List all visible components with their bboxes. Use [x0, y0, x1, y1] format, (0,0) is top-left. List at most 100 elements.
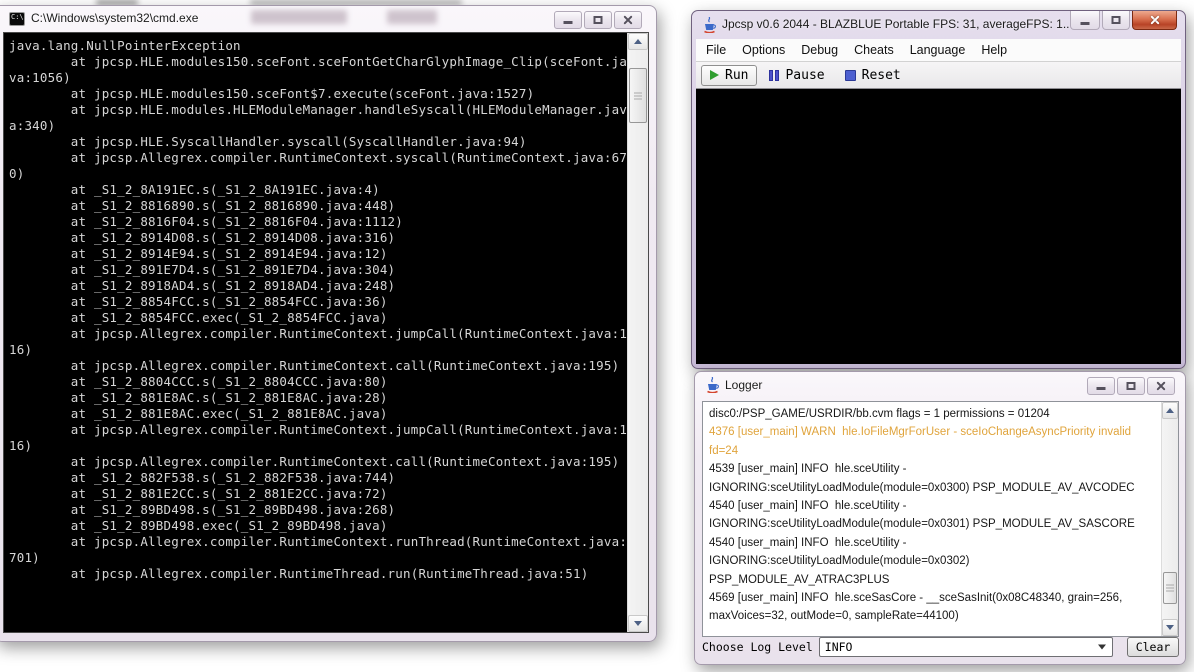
minimize-button[interactable]	[1070, 11, 1100, 30]
arrow-up-icon	[1166, 408, 1174, 413]
console-line: at _S1_2_8804CCC.s(_S1_2_8804CCC.java:80…	[9, 374, 627, 390]
pause-label: Pause	[785, 68, 824, 83]
log-line-warn: 4376 [user_main] WARN hle.IoFileMgrForUs…	[709, 423, 1161, 441]
pause-button[interactable]: Pause	[761, 65, 832, 86]
minimize-button[interactable]	[1087, 377, 1115, 395]
console-line: 16)	[9, 342, 627, 358]
console-line: at jpcsp.HLE.SyscallHandler.syscall(Sysc…	[9, 134, 627, 150]
emulator-screen[interactable]	[696, 89, 1181, 364]
reset-button[interactable]: Reset	[837, 65, 909, 86]
console-line: at jpcsp.HLE.modules150.sceFont$7.execut…	[9, 86, 627, 102]
console-line: at jpcsp.Allegrex.compiler.RuntimeContex…	[9, 358, 627, 374]
jpcsp-menubar: File Options Debug Cheats Language Help	[696, 39, 1181, 62]
log-line: IGNORING:sceUtilityLoadModule(module=0x0…	[709, 552, 1161, 570]
menu-language[interactable]: Language	[902, 39, 974, 61]
console-line: 16)	[9, 438, 627, 454]
console-line: at _S1_2_8816890.s(_S1_2_8816890.java:44…	[9, 198, 627, 214]
console-line: at jpcsp.Allegrex.compiler.RuntimeContex…	[9, 534, 627, 550]
console-line: at jpcsp.HLE.modules150.sceFont.sceFontG…	[9, 54, 627, 70]
cmd-console[interactable]: java.lang.NullPointerException at jpcsp.…	[3, 32, 649, 633]
log-line: 4539 [user_main] INFO hle.sceUtility -	[709, 460, 1161, 478]
menu-cheats[interactable]: Cheats	[846, 39, 902, 61]
close-button[interactable]	[614, 11, 642, 29]
console-line: at _S1_2_8918AD4.s(_S1_2_8918AD4.java:24…	[9, 278, 627, 294]
console-output: java.lang.NullPointerException at jpcsp.…	[4, 33, 627, 632]
jpcsp-titlebar[interactable]: Jpcsp v0.6 2044 - BLAZBLUE Portable FPS:…	[692, 11, 1185, 39]
console-line: at jpcsp.Allegrex.compiler.RuntimeContex…	[9, 150, 627, 166]
jpcsp-window-title: Jpcsp v0.6 2044 - BLAZBLUE Portable FPS:…	[722, 11, 1073, 38]
console-line: at _S1_2_8A191EC.s(_S1_2_8A191EC.java:4)	[9, 182, 627, 198]
console-line: at _S1_2_881E8AC.s(_S1_2_881E8AC.java:28…	[9, 390, 627, 406]
reset-icon	[845, 70, 856, 81]
scroll-up-button[interactable]	[628, 33, 648, 50]
logger-footer: Choose Log Level INFO Clear	[699, 634, 1181, 660]
console-line: at _S1_2_881E8AC.exec(_S1_2_881E8AC.java…	[9, 406, 627, 422]
cmd-window: C:\ C:\Windows\system32\cmd.exe java.lan…	[0, 5, 657, 642]
console-line: at _S1_2_8854FCC.exec(_S1_2_8854FCC.java…	[9, 310, 627, 326]
menu-debug[interactable]: Debug	[793, 39, 846, 61]
console-line: at _S1_2_8854FCC.s(_S1_2_8854FCC.java:36…	[9, 294, 627, 310]
console-line: at _S1_2_891E7D4.s(_S1_2_891E7D4.java:30…	[9, 262, 627, 278]
console-line: a:340)	[9, 118, 627, 134]
maximize-button[interactable]	[584, 11, 612, 29]
play-icon	[710, 70, 719, 80]
console-line: va:1056)	[9, 70, 627, 86]
console-line: at _S1_2_89BD498.exec(_S1_2_89BD498.java…	[9, 518, 627, 534]
log-output-panel[interactable]: disc0:/PSP_GAME/USRDIR/bb.cvm flags = 1 …	[702, 401, 1179, 637]
logger-scrollbar[interactable]	[1161, 402, 1178, 636]
cmd-titlebar[interactable]: C:\ C:\Windows\system32\cmd.exe	[0, 6, 656, 32]
log-line-warn: fd=24	[709, 442, 1161, 460]
console-line: at _S1_2_8816F04.s(_S1_2_8816F04.java:11…	[9, 214, 627, 230]
log-line: disc0:/PSP_GAME/USRDIR/bb.cvm flags = 1 …	[709, 405, 1161, 423]
log-level-label: Choose Log Level	[702, 640, 813, 654]
clear-button[interactable]: Clear	[1127, 637, 1179, 657]
console-line: 701)	[9, 550, 627, 566]
close-button[interactable]	[1132, 11, 1177, 30]
console-line: at _S1_2_881E2CC.s(_S1_2_881E2CC.java:72…	[9, 486, 627, 502]
console-line: at jpcsp.HLE.modules.HLEModuleManager.ha…	[9, 102, 627, 118]
arrow-down-icon	[634, 621, 642, 626]
log-line: IGNORING:sceUtilityLoadModule(module=0x0…	[709, 479, 1161, 497]
scroll-thumb[interactable]	[629, 68, 647, 123]
log-line: maxVoices=32, outMode=0, sampleRate=4410…	[709, 607, 1161, 625]
menu-file[interactable]: File	[698, 39, 734, 61]
console-line: at _S1_2_882F538.s(_S1_2_882F538.java:74…	[9, 470, 627, 486]
minimize-button[interactable]	[554, 11, 582, 29]
arrow-up-icon	[634, 39, 642, 44]
close-button[interactable]	[1147, 377, 1175, 395]
console-line: at jpcsp.Allegrex.compiler.RuntimeContex…	[9, 326, 627, 342]
menu-help[interactable]: Help	[973, 39, 1015, 61]
glass-reflection	[387, 10, 437, 24]
cmd-scrollbar[interactable]	[627, 33, 648, 632]
java-cup-icon	[702, 17, 717, 33]
log-level-select[interactable]: INFO	[819, 637, 1113, 657]
console-line: at _S1_2_89BD498.s(_S1_2_89BD498.java:26…	[9, 502, 627, 518]
maximize-button[interactable]	[1117, 377, 1145, 395]
log-level-value: INFO	[820, 640, 853, 654]
console-line: at jpcsp.Allegrex.compiler.RuntimeThread…	[9, 566, 627, 582]
console-line: at jpcsp.Allegrex.compiler.RuntimeContex…	[9, 422, 627, 438]
run-label: Run	[725, 68, 748, 83]
jpcsp-window: Jpcsp v0.6 2044 - BLAZBLUE Portable FPS:…	[691, 10, 1186, 369]
pause-icon	[769, 70, 779, 81]
scroll-down-button[interactable]	[628, 615, 648, 632]
menu-options[interactable]: Options	[734, 39, 793, 61]
scroll-up-button[interactable]	[1162, 402, 1178, 419]
console-line: at _S1_2_8914E94.s(_S1_2_8914E94.java:12…	[9, 246, 627, 262]
maximize-button[interactable]	[1102, 11, 1130, 30]
log-line: 4540 [user_main] INFO hle.sceUtility -	[709, 497, 1161, 515]
run-button[interactable]: Run	[701, 65, 757, 86]
logger-window-title: Logger	[725, 372, 762, 398]
logger-window: Logger disc0:/PSP_GAME/USRDIR/bb.cvm fla…	[694, 371, 1186, 665]
reset-label: Reset	[862, 68, 901, 83]
cmd-prompt-icon: C:\	[9, 12, 25, 26]
log-line: PSP_MODULE_AV_ATRAC3PLUS	[709, 571, 1161, 589]
logger-titlebar[interactable]: Logger	[695, 372, 1185, 399]
glass-reflection	[251, 10, 347, 24]
console-line: at jpcsp.Allegrex.compiler.RuntimeContex…	[9, 454, 627, 470]
log-output: disc0:/PSP_GAME/USRDIR/bb.cvm flags = 1 …	[703, 402, 1161, 636]
console-line: 0)	[9, 166, 627, 182]
jpcsp-toolbar: Run Pause Reset	[696, 62, 1181, 89]
scroll-thumb[interactable]	[1163, 572, 1177, 604]
log-line: 4540 [user_main] INFO hle.sceUtility -	[709, 534, 1161, 552]
